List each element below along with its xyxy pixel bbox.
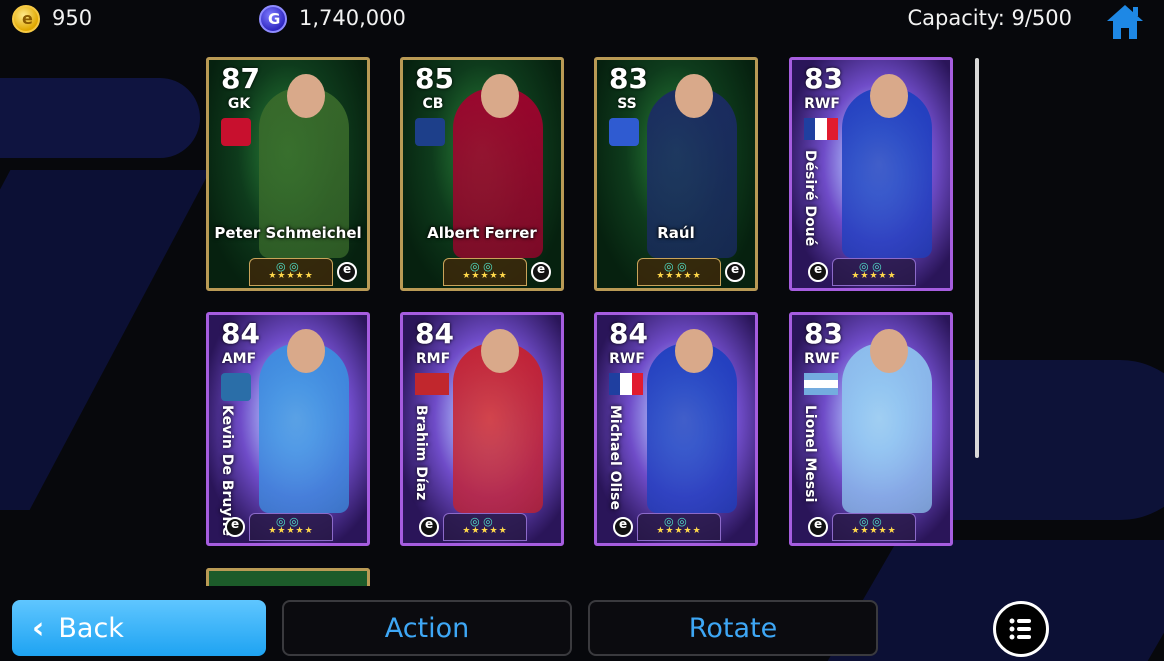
action-label: Action [384,612,470,644]
player-position: SS [617,96,637,112]
player-image [481,74,519,118]
back-button[interactable]: ‹ Back [12,600,266,656]
list-menu-icon[interactable] [993,601,1049,657]
player-rating: 84 [415,317,454,350]
efootball-coin-icon [12,5,40,33]
card-rarity-plate: ◎ ◎ ★★★★★ [637,258,721,286]
player-name: Lionel Messi [802,405,818,503]
player-name: Michael Olise [607,405,623,510]
scrollbar[interactable] [975,58,979,458]
player-position: AMF [221,351,257,367]
club-crest-icon [221,373,251,401]
player-name: Brahim Díaz [413,405,429,501]
rotate-button[interactable]: Rotate [588,600,878,656]
player-card[interactable]: 83 SS Raúl ◎ ◎ ★★★★★ [594,57,758,291]
efootball-logo-icon [419,517,439,537]
star-rating: ★★★★★ [462,526,508,536]
star-rating: ★★★★★ [268,271,314,281]
player-position: RWF [804,351,840,367]
efootball-logo-icon [337,262,357,282]
efootball-logo-icon [613,517,633,537]
star-rating: ★★★★★ [851,271,897,281]
player-image [481,329,519,373]
efootball-logo-icon [531,262,551,282]
player-card[interactable]: 83 RWF Lionel Messi ◎ ◎ ★★★★★ [789,312,953,546]
player-rating: 83 [609,62,648,95]
player-card[interactable]: 83 RWF Désiré Doué ◎ ◎ ★★★★★ [789,57,953,291]
player-rating: 87 [221,62,260,95]
card-rarity-plate: ◎ ◎ ★★★★★ [249,513,333,541]
capacity-label: Capacity: 9/500 [907,6,1072,30]
player-name: Désiré Doué [802,150,818,247]
club-crest-icon [415,118,445,146]
club-crest-icon [609,118,639,146]
efootball-logo-icon [225,517,245,537]
player-position: RWF [609,351,645,367]
player-image [287,329,325,373]
rotate-label: Rotate [688,612,778,644]
player-card[interactable]: 84 RMF Brahim Díaz ◎ ◎ ★★★★★ [400,312,564,546]
player-position: GK [227,96,251,112]
player-rating: 83 [804,62,843,95]
player-position: CB [422,96,444,112]
gp-icon [259,5,287,33]
player-name: Peter Schmeichel [214,224,362,242]
nation-flag-icon [804,373,838,395]
player-card[interactable]: 84 AMF Kevin De Bruyne ◎ ◎ ★★★★★ [206,312,370,546]
action-button[interactable]: Action [282,600,572,656]
chevron-left-icon: ‹ [32,610,45,646]
player-position: RWF [804,96,840,112]
efootball-logo-icon [725,262,745,282]
back-label: Back [58,612,124,644]
player-card[interactable]: 85 CB Albert Ferrer ◎ ◎ ★★★★★ [400,57,564,291]
player-image [675,74,713,118]
player-name: Albert Ferrer [427,224,537,242]
card-rarity-plate: ◎ ◎ ★★★★★ [832,258,916,286]
efootball-logo-icon [808,262,828,282]
star-rating: ★★★★★ [268,526,314,536]
bg-shape [0,170,211,510]
card-rarity-plate: ◎ ◎ ★★★★★ [443,258,527,286]
nation-flag-icon [415,373,449,395]
card-rarity-plate: ◎ ◎ ★★★★★ [443,513,527,541]
star-rating: ★★★★★ [851,526,897,536]
player-name: Raúl [657,224,695,242]
coin-balance: 950 [52,6,93,30]
player-card[interactable]: 87 GK Peter Schmeichel ◎ ◎ ★★★★★ [206,57,370,291]
player-rating: 85 [415,62,454,95]
player-image [675,329,713,373]
player-card[interactable]: 84 RWF Michael Olise ◎ ◎ ★★★★★ [594,312,758,546]
club-crest-icon [221,118,251,146]
home-icon[interactable] [1104,2,1146,42]
efootball-logo-icon [808,517,828,537]
player-image [870,329,908,373]
player-rating: 84 [221,317,260,350]
nation-flag-icon [609,373,643,395]
player-rating: 84 [609,317,648,350]
star-rating: ★★★★★ [656,526,702,536]
player-rating: 83 [804,317,843,350]
gp-balance: 1,740,000 [299,6,406,30]
card-rarity-plate: ◎ ◎ ★★★★★ [637,513,721,541]
star-rating: ★★★★★ [656,271,702,281]
card-rarity-plate: ◎ ◎ ★★★★★ [249,258,333,286]
bg-shape [0,78,200,158]
star-rating: ★★★★★ [462,271,508,281]
card-rarity-plate: ◎ ◎ ★★★★★ [832,513,916,541]
player-image [287,74,325,118]
player-image [870,74,908,118]
nation-flag-icon [804,118,838,140]
player-position: RMF [415,351,451,367]
top-bar: 950 1,740,000 Capacity: 9/500 [0,0,1164,40]
player-card-partial[interactable] [206,568,370,586]
